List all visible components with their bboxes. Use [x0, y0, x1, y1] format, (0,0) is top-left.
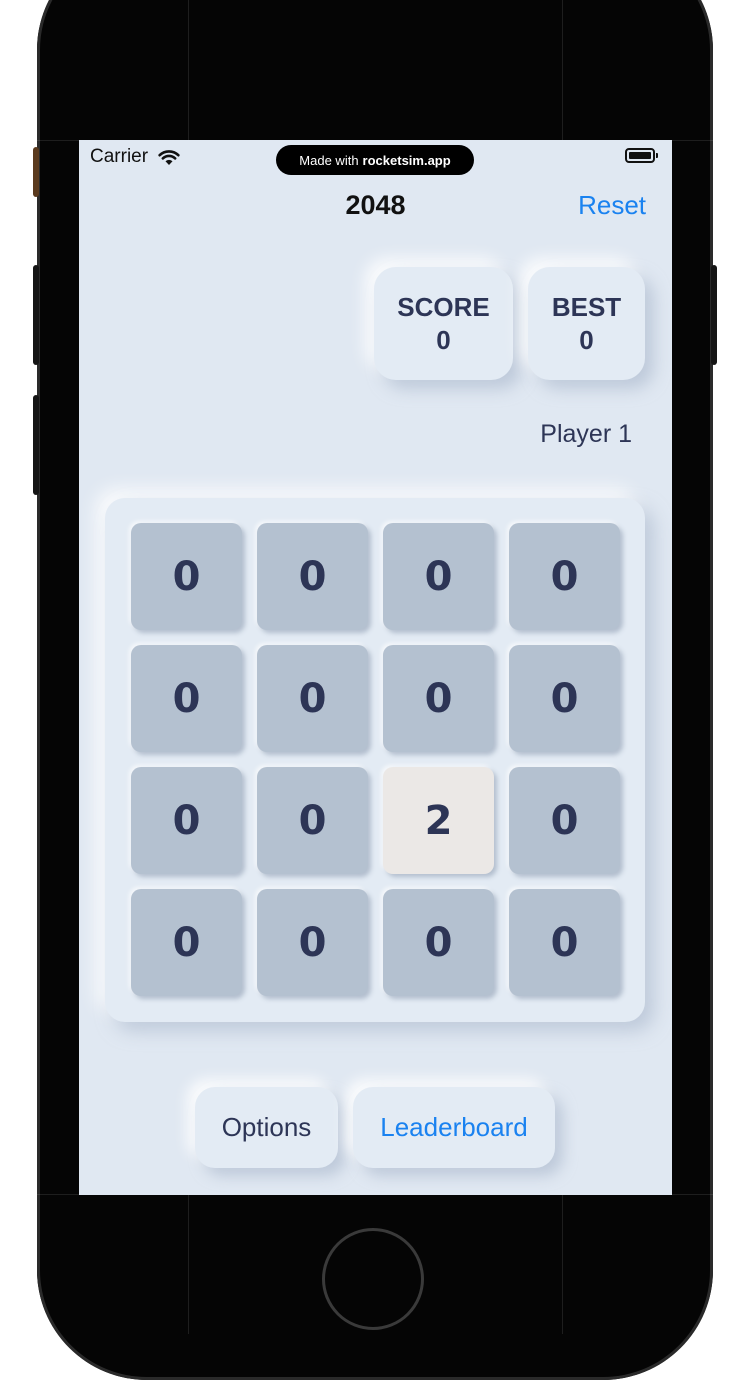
tile-r2-c1: 0 — [131, 645, 242, 752]
tile-r2-c3: 0 — [383, 645, 494, 752]
leaderboard-button[interactable]: Leaderboard — [353, 1087, 555, 1168]
volume-down-button — [33, 395, 39, 495]
player-name: Player 1 — [540, 420, 632, 448]
options-button[interactable]: Options — [195, 1087, 338, 1168]
tile-r4-c1: 0 — [131, 889, 242, 996]
tile-r4-c2: 0 — [257, 889, 368, 996]
tile-r1-c1: 0 — [131, 523, 242, 630]
volume-up-button — [33, 265, 39, 365]
tile-r2-c4: 0 — [509, 645, 620, 752]
home-button[interactable] — [322, 1228, 424, 1330]
best-card: BEST 0 — [528, 267, 645, 380]
guide-line — [188, 0, 189, 140]
tile-r3-c2: 0 — [257, 767, 368, 874]
wifi-icon — [158, 150, 180, 165]
tile-r3-c4: 0 — [509, 767, 620, 874]
tile-r1-c4: 0 — [509, 523, 620, 630]
score-value: 0 — [436, 324, 451, 355]
tile-r4-c4: 0 — [509, 889, 620, 996]
tile-r1-c2: 0 — [257, 523, 368, 630]
tile-r4-c3: 0 — [383, 889, 494, 996]
made-with-badge: Made with rocketsim.app — [276, 145, 474, 175]
guide-line — [188, 1195, 189, 1334]
tile-r3-c3: 2 — [383, 767, 494, 874]
battery-icon — [625, 148, 658, 163]
carrier-label: Carrier — [90, 146, 149, 167]
best-value: 0 — [579, 324, 594, 355]
status-carrier: Carrier — [90, 146, 182, 168]
made-with-prefix: Made with — [299, 152, 359, 168]
score-card: SCORE 0 — [374, 267, 513, 380]
tile-r2-c2: 0 — [257, 645, 368, 752]
best-label: BEST — [551, 291, 622, 322]
game-board[interactable]: 0 0 0 0 0 0 0 0 0 0 2 0 0 0 0 0 — [105, 498, 645, 1022]
app-screen: Carrier Made with rocketsim.app 2048 Res… — [79, 140, 672, 1195]
guide-line — [562, 1195, 563, 1334]
made-with-brand: rocketsim.app — [362, 152, 451, 168]
reset-button[interactable]: Reset — [578, 190, 646, 221]
score-label: SCORE — [397, 291, 490, 322]
power-button — [711, 265, 717, 365]
mute-switch — [33, 147, 39, 197]
guide-line — [562, 0, 563, 140]
tile-r3-c1: 0 — [131, 767, 242, 874]
tile-r1-c3: 0 — [383, 523, 494, 630]
